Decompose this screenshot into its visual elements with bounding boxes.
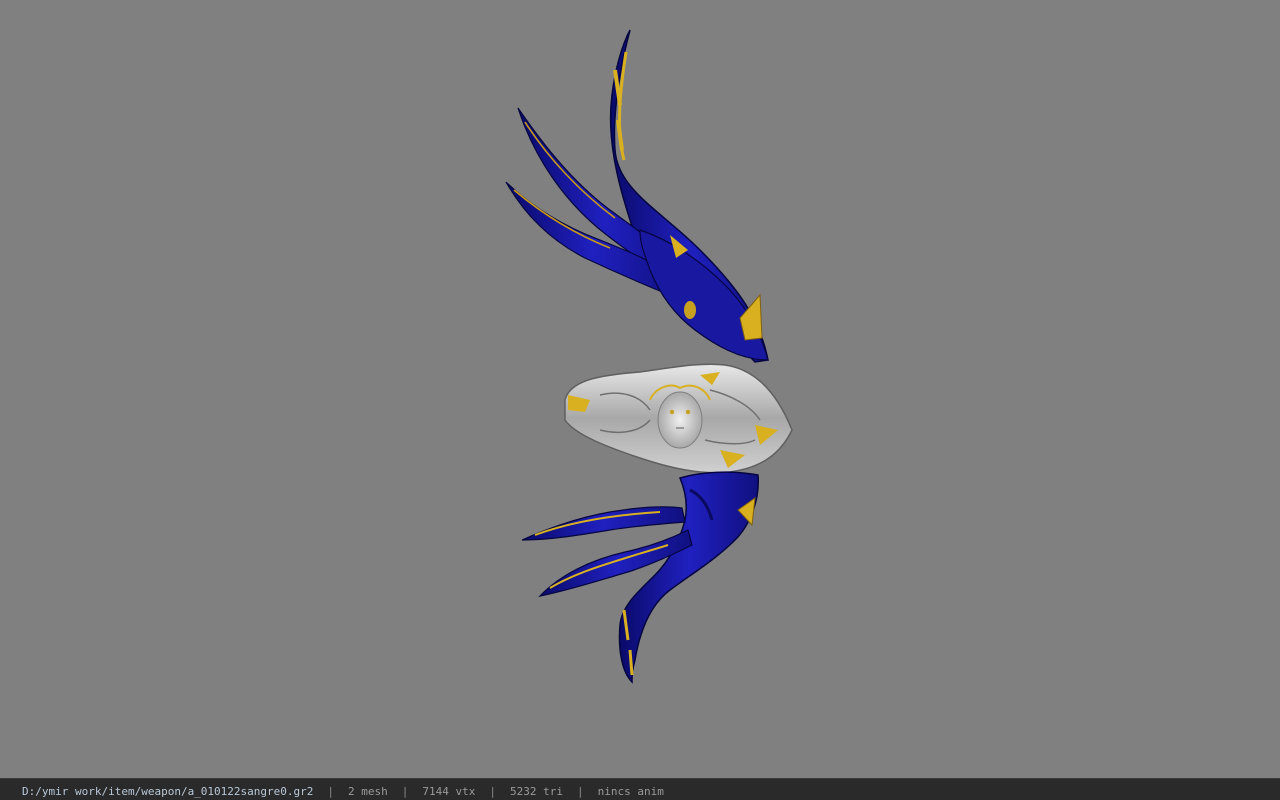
upper-wing	[505, 29, 769, 363]
lower-wing	[521, 471, 759, 684]
separator: |	[489, 785, 497, 798]
separator: |	[327, 785, 335, 798]
animation-status: nincs anim	[597, 785, 664, 798]
separator: |	[577, 785, 584, 798]
vertex-count: 7144 vtx	[422, 785, 476, 798]
weapon-model	[505, 29, 793, 684]
status-bar: D:/ymir work/item/weapon/a_010122sangre0…	[0, 778, 1280, 800]
triangle-count: 5232 tri	[510, 785, 563, 798]
center-guard	[564, 363, 793, 474]
separator: |	[401, 785, 409, 798]
3d-viewport[interactable]	[0, 0, 1280, 778]
file-path: D:/ymir work/item/weapon/a_010122sangre0…	[22, 785, 314, 798]
mesh-count: 2 mesh	[348, 785, 388, 798]
